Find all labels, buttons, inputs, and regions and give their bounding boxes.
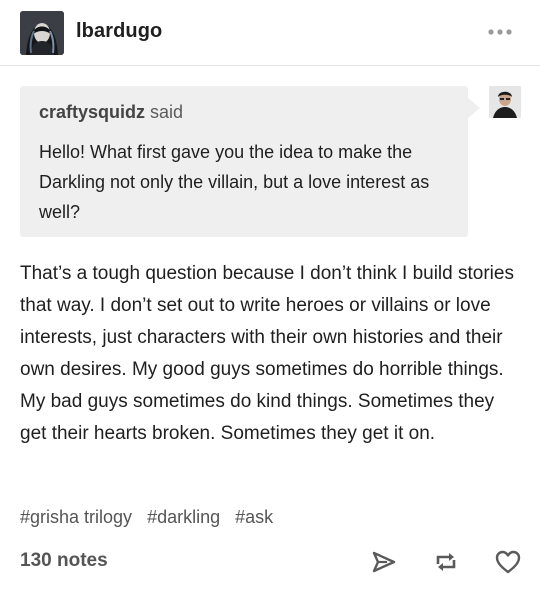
tag-list: #grisha trilogy #darkling #ask — [20, 507, 283, 528]
author-avatar-image — [20, 11, 64, 55]
asker-avatar[interactable] — [489, 86, 521, 118]
post-header: lbardugo — [0, 0, 540, 66]
like-icon[interactable] — [494, 548, 522, 576]
asker-name[interactable]: craftysquidz — [39, 102, 145, 122]
notes-count[interactable]: 130 notes — [20, 550, 108, 572]
reblog-icon[interactable] — [432, 548, 460, 576]
ask-bubble: craftysquidz said Hello! What first gave… — [20, 86, 480, 237]
asker-line: craftysquidz said — [39, 102, 183, 123]
answer-text: That’s a tough question because I don’t … — [20, 263, 514, 444]
author-username[interactable]: lbardugo — [76, 20, 162, 43]
author-avatar[interactable] — [20, 11, 64, 55]
asker-avatar-image — [489, 86, 521, 118]
share-icon[interactable] — [370, 548, 398, 576]
ask-question: Hello! What first gave you the idea to m… — [39, 142, 430, 222]
tag-ask[interactable]: #ask — [235, 507, 273, 527]
asker-said-label: said — [150, 102, 184, 122]
more-options-icon[interactable] — [485, 22, 515, 42]
tag-grisha-trilogy[interactable]: #grisha trilogy — [20, 507, 132, 527]
tag-darkling[interactable]: #darkling — [147, 507, 220, 527]
